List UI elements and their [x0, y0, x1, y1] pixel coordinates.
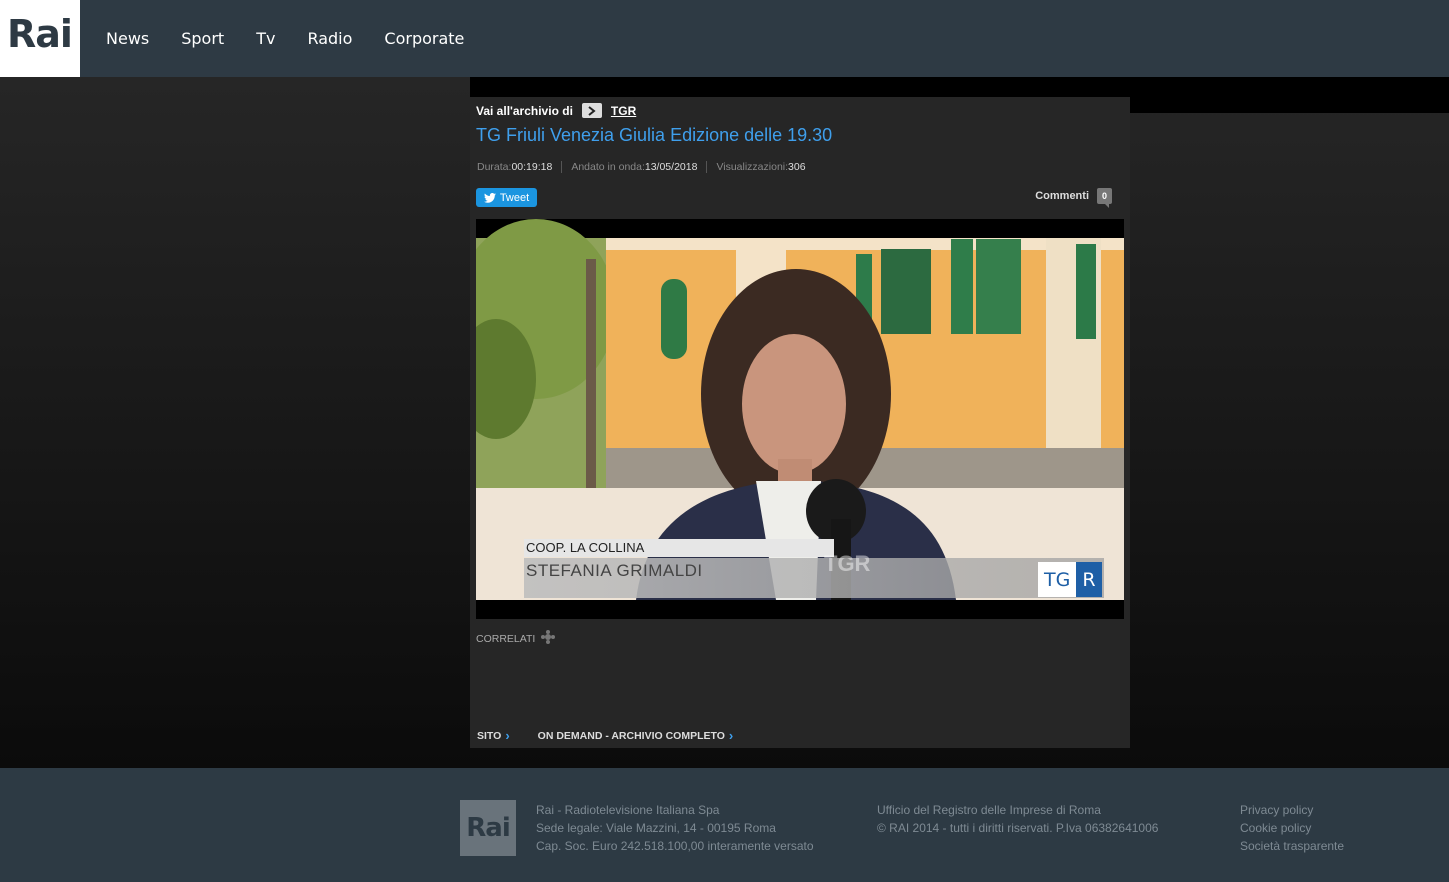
caption-organization: COOP. LA COLLINA: [524, 539, 834, 557]
video-player[interactable]: COOP. LA COLLINA STEFANIA GRIMALDI TGR T…: [476, 219, 1124, 619]
correlati-label: CORRELATI: [476, 632, 536, 645]
correlati-section: CORRELATI: [476, 630, 556, 647]
main-nav: News Sport Tv Radio Corporate: [106, 0, 496, 77]
link-sito[interactable]: SITO ›: [477, 728, 510, 743]
comments-label: Commenti: [1035, 190, 1089, 202]
panel-top-bar: [470, 77, 1130, 97]
meta-duration: Durata:00:19:18: [477, 161, 563, 173]
right-black-strip: [1130, 77, 1449, 113]
top-navigation-bar: Rai News Sport Tv Radio Corporate: [0, 0, 1449, 77]
nav-sport[interactable]: Sport: [181, 29, 224, 48]
footer-rai-logo: Rai: [460, 800, 516, 856]
video-meta: Durata:00:19:18 Andato in onda:13/05/201…: [477, 161, 824, 173]
meta-views: Visualizzazioni:306: [716, 161, 806, 173]
archive-link-tgr[interactable]: TGR: [611, 104, 636, 118]
link-on-demand-archive[interactable]: ON DEMAND - ARCHIVIO COMPLETO ›: [538, 728, 734, 743]
cookie-policy-link[interactable]: Cookie policy: [1240, 819, 1344, 837]
footer-company-info: Rai - Radiotelevisione Italiana Spa Sede…: [536, 803, 814, 853]
nav-corporate[interactable]: Corporate: [384, 29, 464, 48]
rai-logo[interactable]: Rai: [0, 0, 80, 77]
video-panel: Vai all'archivio di TGR TG Friuli Venezi…: [470, 77, 1130, 748]
sprocket-icon: [541, 630, 556, 647]
privacy-policy-link[interactable]: Privacy policy: [1240, 801, 1344, 819]
caption-person-name: STEFANIA GRIMALDI: [524, 558, 1104, 598]
chevron-right-icon: [581, 103, 602, 118]
chevron-right-icon: ›: [728, 728, 734, 743]
nav-radio[interactable]: Radio: [307, 29, 352, 48]
footer: Rai Rai - Radiotelevisione Italiana Spa …: [0, 768, 1449, 882]
tweet-button[interactable]: Tweet: [476, 188, 537, 207]
archive-label: Vai all'archivio di: [476, 103, 573, 118]
tweet-label: Tweet: [499, 191, 530, 204]
archive-breadcrumb: Vai all'archivio di TGR: [476, 103, 636, 118]
video-title: TG Friuli Venezia Giulia Edizione delle …: [476, 125, 833, 145]
rai-logo-text: Rai: [7, 12, 73, 56]
meta-aired: Andato in onda:13/05/2018: [571, 161, 708, 173]
tgr-channel-logo: TG R: [1038, 562, 1102, 597]
nav-news[interactable]: News: [106, 29, 149, 48]
twitter-bird-icon: [483, 192, 496, 203]
societa-trasparente-link[interactable]: Società trasparente: [1240, 837, 1344, 855]
footer-policy-links: Privacy policy Cookie policy Società tra…: [1240, 801, 1344, 855]
caption-tgr-watermark: TGR: [824, 551, 871, 576]
bottom-links: SITO › ON DEMAND - ARCHIVIO COMPLETO ›: [477, 728, 761, 743]
footer-registry-info: Ufficio del Registro delle Imprese di Ro…: [877, 803, 1159, 835]
nav-tv[interactable]: Tv: [256, 29, 275, 48]
comments-button[interactable]: Commenti 0: [1035, 188, 1112, 208]
chevron-right-icon: ›: [505, 728, 510, 743]
comments-count-badge: 0: [1097, 188, 1112, 208]
